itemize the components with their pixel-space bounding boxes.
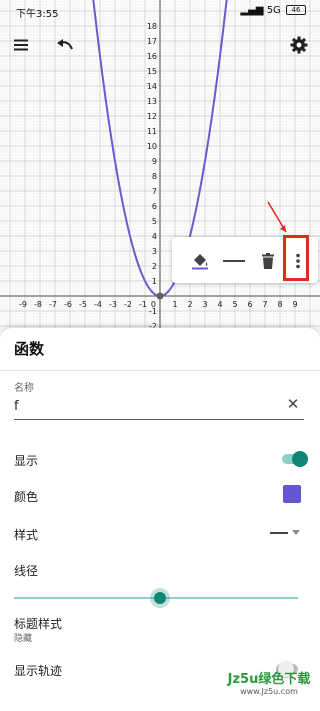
x-tick-label: -5: [79, 300, 87, 309]
menu-icon: [14, 39, 28, 51]
x-tick-label: -2: [124, 300, 132, 309]
x-tick-label: -3: [109, 300, 117, 309]
x-tick-label: 1: [172, 300, 177, 309]
toggle-thumb: [292, 451, 308, 467]
y-tick-label: 9: [152, 157, 157, 166]
chevron-down-icon: [292, 530, 300, 535]
app-root: -9 -8 -7 -6 -5 -4 -3 -2 -1 1 2 3 4 5 6 7 8 9 -2 -1 1 2 3 4 5 6 7 8 9…: [0, 0, 320, 711]
vertex-point[interactable]: [156, 292, 164, 300]
color-fill-button[interactable]: [184, 245, 216, 277]
settings-button[interactable]: [286, 32, 312, 58]
caption-style-label[interactable]: 标题样式: [14, 615, 62, 632]
status-bar: 下午3:55 ▂▄▆ 5G 46: [0, 0, 320, 22]
divider: [0, 370, 320, 371]
battery-icon: 46: [286, 5, 306, 15]
y-tick-label: 14: [147, 82, 157, 91]
x-tick-label: 8: [277, 300, 282, 309]
delete-button[interactable]: [252, 245, 284, 277]
y-tick-label: 11: [147, 127, 157, 136]
sheet-title: 函数: [14, 340, 45, 358]
status-time: 下午3:55: [16, 9, 59, 20]
x-tick-label: -1: [139, 300, 147, 309]
x-tick-label: 2: [187, 300, 192, 309]
watermark: Jz5u绿色下载 www.Jz5u.com: [218, 668, 320, 708]
close-icon: ✕: [286, 395, 300, 413]
show-toggle[interactable]: [282, 450, 308, 468]
y-tick-label: 2: [152, 262, 157, 271]
y-tick-label: 5: [152, 217, 157, 226]
x-tick-label: -9: [19, 300, 27, 309]
y-tick-label: 6: [152, 202, 157, 211]
clear-name-button[interactable]: ✕: [284, 394, 302, 414]
x-tick-label: 3: [202, 300, 207, 309]
line-preview: [270, 532, 288, 534]
x-tick-label: 7: [262, 300, 267, 309]
y-tick-label: 13: [147, 97, 157, 106]
y-tick-label: 7: [152, 187, 157, 196]
y-tick-label: 15: [147, 67, 157, 76]
gear-icon: [290, 36, 308, 54]
x-tick-label: -4: [94, 300, 102, 309]
line-style-dropdown[interactable]: [270, 527, 304, 539]
y-tick-label: 3: [152, 247, 157, 256]
line-style-button[interactable]: [218, 245, 250, 277]
caption-style-value: 隐藏: [14, 634, 33, 644]
trace-label: 显示轨迹: [14, 664, 63, 678]
y-tick-label: 10: [147, 142, 157, 151]
y-tick-label: 4: [152, 232, 157, 241]
line-style-icon: [223, 260, 245, 262]
x-tick-label: 5: [232, 300, 237, 309]
y-tick-label: 16: [147, 52, 157, 61]
name-label: 名称: [14, 383, 34, 394]
paint-bucket-icon: [192, 254, 208, 270]
thickness-label: 线径: [14, 564, 39, 578]
settings-sheet: 函数 名称 ✕ 显示 颜色 样式 线径 标题样式 隐藏 显示轨迹: [0, 328, 320, 711]
x-tick-label: -6: [64, 300, 72, 309]
color-swatch[interactable]: [283, 485, 301, 503]
network-label: 5G: [266, 5, 281, 16]
signal-icon: ▂▄▆: [240, 5, 264, 16]
y-tick-label: 1: [152, 277, 157, 286]
x-tick-label: -8: [34, 300, 42, 309]
origin-label: 0: [151, 300, 156, 309]
trash-icon: [262, 253, 274, 269]
watermark-url: www.Jz5u.com: [240, 687, 298, 696]
undo-button[interactable]: [52, 32, 78, 58]
highlight-box: [283, 235, 309, 281]
x-tick-label: 4: [217, 300, 222, 309]
status-icons: ▂▄▆ 5G 46: [240, 5, 306, 16]
x-tick-label: 6: [247, 300, 252, 309]
color-label: 颜色: [14, 490, 39, 504]
show-label: 显示: [14, 454, 39, 468]
slider-thumb[interactable]: [150, 588, 171, 608]
y-tick-label: 8: [152, 172, 157, 181]
x-tick-label: 9: [292, 300, 297, 309]
style-label: 样式: [14, 528, 39, 542]
graphics-view[interactable]: -9 -8 -7 -6 -5 -4 -3 -2 -1 1 2 3 4 5 6 7 8 9 -2 -1 1 2 3 4 5 6 7 8 9…: [0, 0, 320, 332]
y-tick-label: 12: [147, 112, 157, 121]
y-tick-label: 17: [147, 37, 157, 46]
name-field[interactable]: [14, 394, 304, 420]
thickness-slider[interactable]: [14, 588, 298, 608]
undo-icon: [57, 39, 73, 50]
menu-button[interactable]: [8, 32, 34, 58]
y-tick-label: 18: [147, 22, 157, 31]
watermark-text: Jz5u绿色下载: [227, 672, 311, 687]
x-tick-label: -7: [49, 300, 57, 309]
